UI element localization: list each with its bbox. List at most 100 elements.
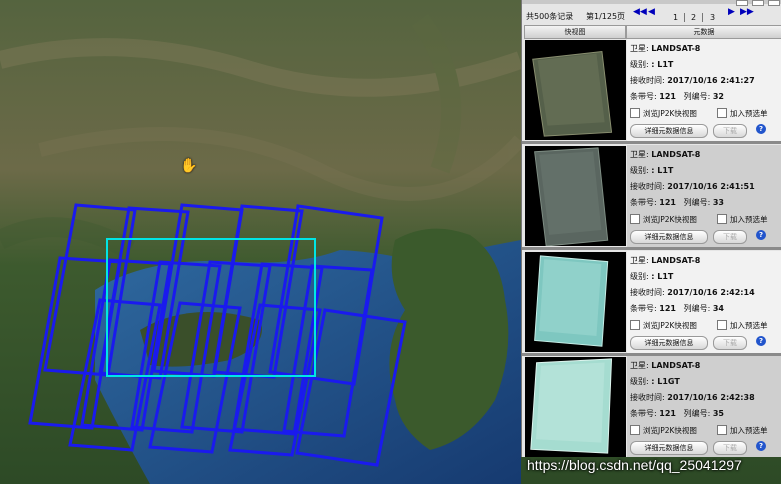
cart-checkbox[interactable] <box>717 425 727 435</box>
page-link-2[interactable]: 2 <box>691 13 696 22</box>
first-page-icon[interactable]: ◀◀ <box>633 7 647 17</box>
help-icon[interactable]: ? <box>756 230 766 240</box>
record-separator <box>522 247 781 250</box>
row-value: 121 <box>659 198 676 207</box>
page-link-3[interactable]: 3 <box>710 13 715 22</box>
satellite-value: LANDSAT-8 <box>651 150 701 159</box>
satellite-line: 卫星: LANDSAT-8 <box>630 149 700 160</box>
jp2-checkbox[interactable] <box>630 108 640 118</box>
path-row-line: 条带号: 121 列编号: 32 <box>630 91 724 102</box>
download-button[interactable]: 下载 <box>713 230 747 244</box>
page-link-1[interactable]: 1 <box>673 13 678 22</box>
metadata-detail-button[interactable]: 详细元数据信息 <box>630 441 708 455</box>
level-label: 级别: <box>630 272 649 281</box>
time-value: 2017/10/16 2:41:27 <box>667 76 755 85</box>
col-label: 列编号: <box>683 92 711 101</box>
path-row-line: 条带号: 121 列编号: 34 <box>630 303 724 314</box>
level-value: : L1GT <box>651 377 680 386</box>
satellite-line: 卫星: LANDSAT-8 <box>630 255 700 266</box>
record-metadata: 卫星: LANDSAT-8 级别: : L1GT 接收时间: 2017/10/1… <box>627 356 781 457</box>
record-separator <box>522 141 781 144</box>
satellite-value: LANDSAT-8 <box>651 44 701 53</box>
time-label: 接收时间: <box>630 76 665 85</box>
quicklook-thumbnail[interactable] <box>525 146 626 246</box>
quicklook-thumbnail[interactable] <box>525 40 626 140</box>
help-icon[interactable]: ? <box>756 441 766 451</box>
satellite-line: 卫星: LANDSAT-8 <box>630 43 700 54</box>
page-divider <box>702 13 703 22</box>
page-info: 第1/125页 <box>586 12 626 21</box>
time-value: 2017/10/16 2:42:14 <box>667 288 755 297</box>
jp2-checkbox[interactable] <box>630 425 640 435</box>
record-metadata: 卫星: LANDSAT-8 级别: : L1T 接收时间: 2017/10/16… <box>627 39 781 141</box>
jp2-label: 浏览JP2K快视图 <box>643 215 697 224</box>
prev-page-icon[interactable]: ◀ <box>648 7 655 17</box>
level-label: 级别: <box>630 166 649 175</box>
result-panel: 共500条记录 第1/125页 ◀◀ ◀ 1 2 3 ▶ ▶▶ 快视图 元数据 … <box>521 0 781 457</box>
help-icon[interactable]: ? <box>756 336 766 346</box>
jp2-checkbox[interactable] <box>630 320 640 330</box>
pager: 共500条记录 第1/125页 ◀◀ ◀ 1 2 3 ▶ ▶▶ <box>522 5 781 24</box>
cart-checkbox[interactable] <box>717 214 727 224</box>
cart-checkbox[interactable] <box>717 320 727 330</box>
column-header-meta: 元数据 <box>626 25 781 39</box>
row-value: 121 <box>659 304 676 313</box>
help-icon[interactable]: ? <box>756 124 766 134</box>
record-row: 卫星: LANDSAT-8 级别: : L1T 接收时间: 2017/10/16… <box>523 39 781 141</box>
level-value: : L1T <box>651 272 674 281</box>
time-label: 接收时间: <box>630 393 665 402</box>
level-line: 级别: : L1T <box>630 165 673 176</box>
download-button[interactable]: 下载 <box>713 336 747 350</box>
metadata-detail-button[interactable]: 详细元数据信息 <box>630 230 708 244</box>
watermark: https://blog.csdn.net/qq_25041297 <box>527 457 742 473</box>
next-page-icon[interactable]: ▶ <box>728 7 735 17</box>
record-metadata: 卫星: LANDSAT-8 级别: : L1T 接收时间: 2017/10/16… <box>627 145 781 247</box>
satellite-line: 卫星: LANDSAT-8 <box>630 360 700 371</box>
satellite-label: 卫星: <box>630 150 649 159</box>
col-value: 35 <box>712 409 724 418</box>
row-label: 条带号: <box>630 409 657 418</box>
time-value: 2017/10/16 2:41:51 <box>667 182 755 191</box>
col-label: 列编号: <box>683 198 711 207</box>
metadata-detail-button[interactable]: 详细元数据信息 <box>630 336 708 350</box>
time-label: 接收时间: <box>630 288 665 297</box>
row-value: 121 <box>659 92 676 101</box>
level-value: : L1T <box>651 60 674 69</box>
col-label: 列编号: <box>683 409 711 418</box>
satellite-value: LANDSAT-8 <box>651 256 701 265</box>
time-label: 接收时间: <box>630 182 665 191</box>
col-label: 列编号: <box>683 304 711 313</box>
time-line: 接收时间: 2017/10/16 2:42:14 <box>630 287 755 298</box>
cart-checkbox[interactable] <box>717 108 727 118</box>
record-total: 共500条记录 <box>526 12 574 21</box>
download-button[interactable]: 下载 <box>713 441 747 455</box>
col-value: 33 <box>712 198 724 207</box>
cart-label: 加入预选单 <box>730 321 768 330</box>
level-label: 级别: <box>630 377 649 386</box>
col-value: 34 <box>712 304 724 313</box>
satellite-label: 卫星: <box>630 361 649 370</box>
row-value: 121 <box>659 409 676 418</box>
satellite-label: 卫星: <box>630 44 649 53</box>
level-line: 级别: : L1T <box>630 59 673 70</box>
record-row: 卫星: LANDSAT-8 级别: : L1T 接收时间: 2017/10/16… <box>523 251 781 353</box>
level-line: 级别: : L1T <box>630 271 673 282</box>
path-row-line: 条带号: 121 列编号: 33 <box>630 197 724 208</box>
level-value: : L1T <box>651 166 674 175</box>
row-label: 条带号: <box>630 304 657 313</box>
jp2-label: 浏览JP2K快视图 <box>643 426 697 435</box>
jp2-checkbox[interactable] <box>630 214 640 224</box>
download-button[interactable]: 下载 <box>713 124 747 138</box>
last-page-icon[interactable]: ▶▶ <box>740 7 754 17</box>
quicklook-thumbnail[interactable] <box>525 357 626 457</box>
cart-label: 加入预选单 <box>730 109 768 118</box>
jp2-label: 浏览JP2K快视图 <box>643 321 697 330</box>
metadata-detail-button[interactable]: 详细元数据信息 <box>630 124 708 138</box>
level-label: 级别: <box>630 60 649 69</box>
hand-cursor-icon: ✋ <box>180 158 198 174</box>
cart-label: 加入预选单 <box>730 426 768 435</box>
satellite-label: 卫星: <box>630 256 649 265</box>
quicklook-thumbnail[interactable] <box>525 252 626 352</box>
time-line: 接收时间: 2017/10/16 2:41:27 <box>630 75 755 86</box>
column-header-thumb: 快视图 <box>524 25 626 39</box>
